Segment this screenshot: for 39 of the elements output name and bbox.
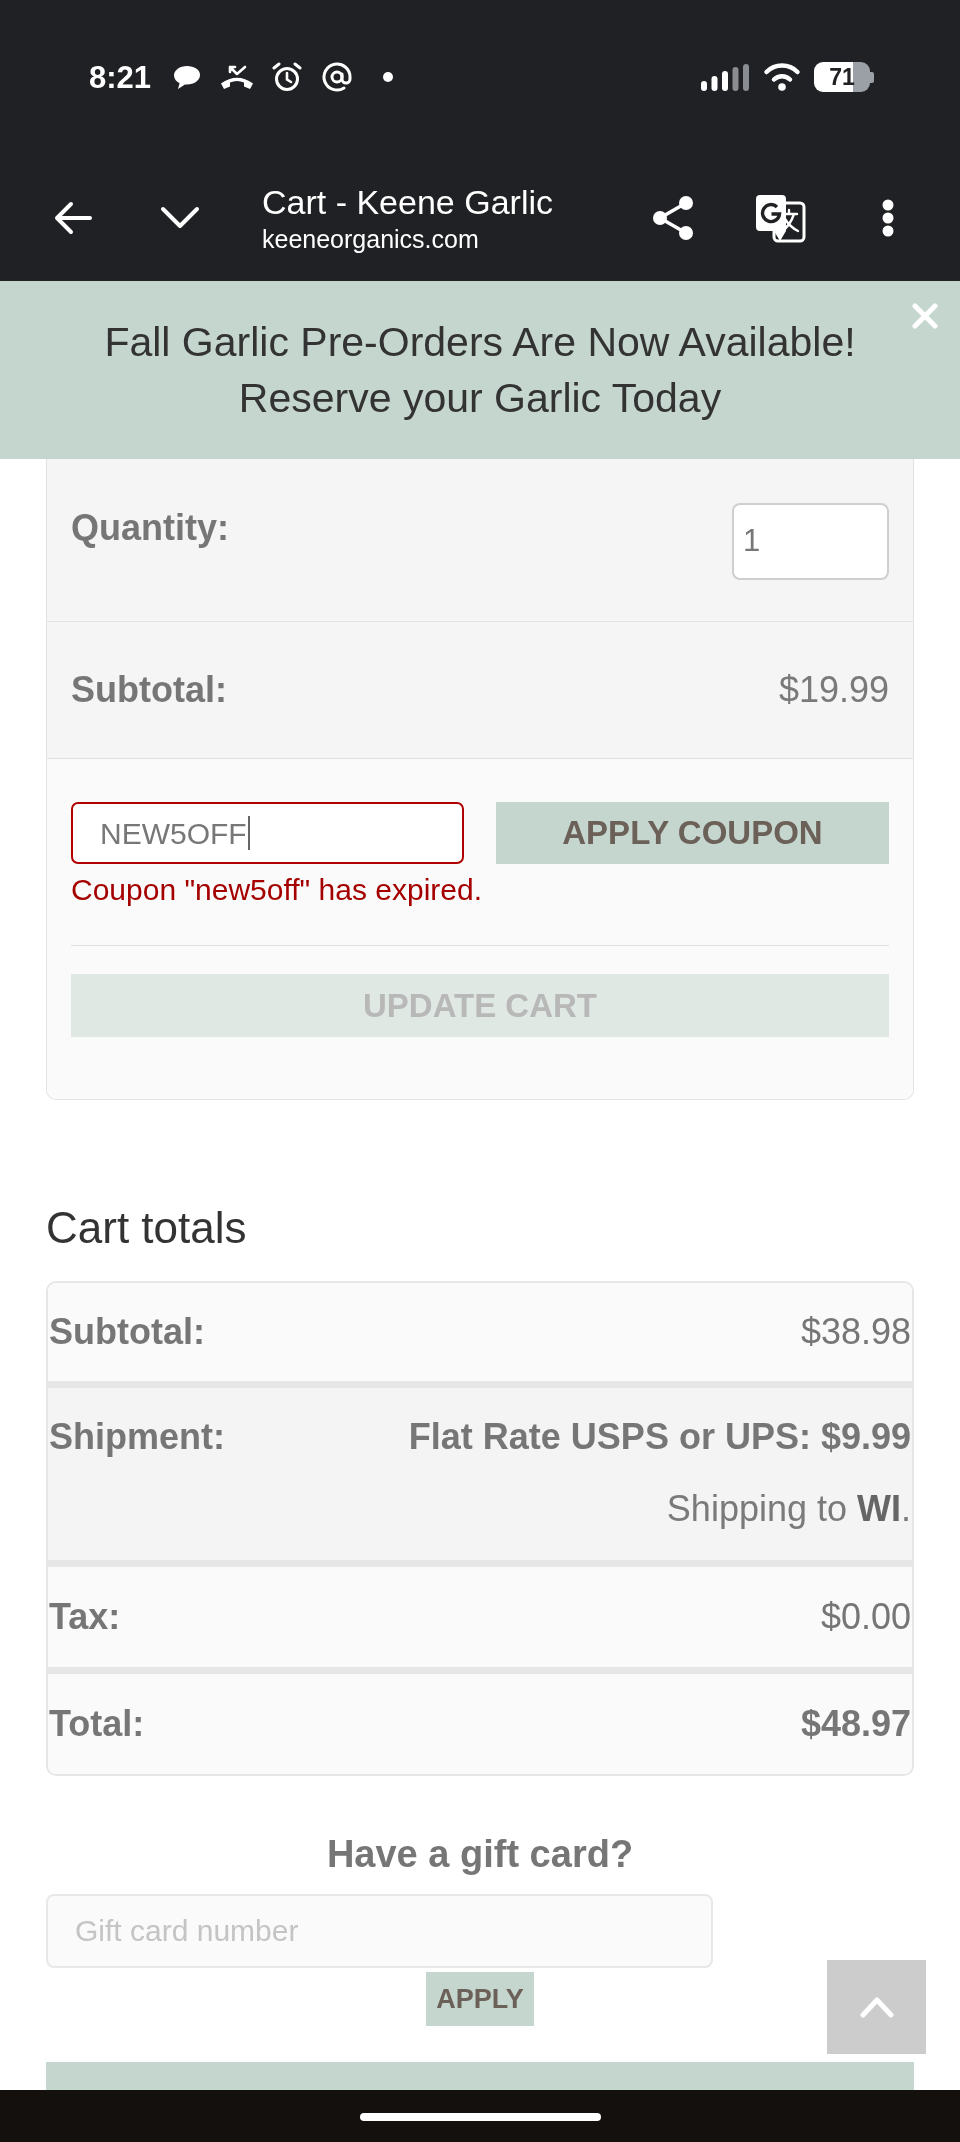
totals-label: Subtotal: (49, 1310, 205, 1354)
chevron-down-icon[interactable] (160, 205, 200, 230)
totals-label: Shipment: (49, 1415, 225, 1459)
alarm-clock-icon (272, 62, 303, 92)
apply-gift-card-button[interactable]: APPLY (426, 1972, 534, 2026)
coupon-error-message: Coupon "new5off" has expired. (71, 872, 483, 908)
totals-label: Tax: (49, 1595, 121, 1639)
home-handle[interactable] (359, 2113, 601, 2121)
chevron-up-icon (859, 1996, 894, 2018)
missed-call-icon (220, 64, 255, 90)
totals-value: $0.00 (820, 1595, 911, 1639)
signal-icon (701, 63, 749, 91)
gift-card-heading: Have a gift card? (326, 1832, 634, 1877)
share-icon[interactable] (652, 194, 694, 241)
at-sign-icon (322, 62, 353, 92)
text-cursor-icon (247, 816, 250, 850)
chat-bubble-icon (173, 64, 202, 90)
dot-icon (383, 72, 394, 82)
translate-icon[interactable] (754, 192, 806, 243)
shipping-destination: Shipping to WI. (666, 1487, 911, 1531)
banner-text[interactable]: Fall Garlic Pre-Orders Are Now Available! Reserve your Garlic Today (80, 314, 880, 426)
wifi-icon (763, 63, 801, 91)
totals-value: $38.98 (800, 1310, 911, 1354)
subtotal-value: $19.99 (778, 668, 889, 712)
totals-value: $48.97 (800, 1702, 911, 1746)
status-time: 8:21 (89, 61, 152, 93)
page-title: Cart - Keene Garlic (262, 181, 553, 223)
quantity-field[interactable]: 1 (732, 503, 889, 580)
coupon-field[interactable]: NEW5OFF (71, 802, 464, 864)
shipping-method: Flat Rate USPS or UPS: $9.99 (408, 1415, 911, 1459)
battery-indicator: 71 (814, 62, 874, 92)
page-url: keeneorganics.com (262, 223, 480, 255)
cart-totals-heading: Cart totals (46, 1202, 247, 1254)
more-options-icon[interactable] (882, 198, 894, 237)
back-arrow-icon[interactable] (54, 200, 92, 235)
apply-coupon-button[interactable]: APPLY COUPON (496, 802, 889, 864)
quantity-label: Quantity: (71, 506, 229, 550)
totals-label: Total: (49, 1702, 145, 1746)
subtotal-label: Subtotal: (71, 668, 227, 712)
